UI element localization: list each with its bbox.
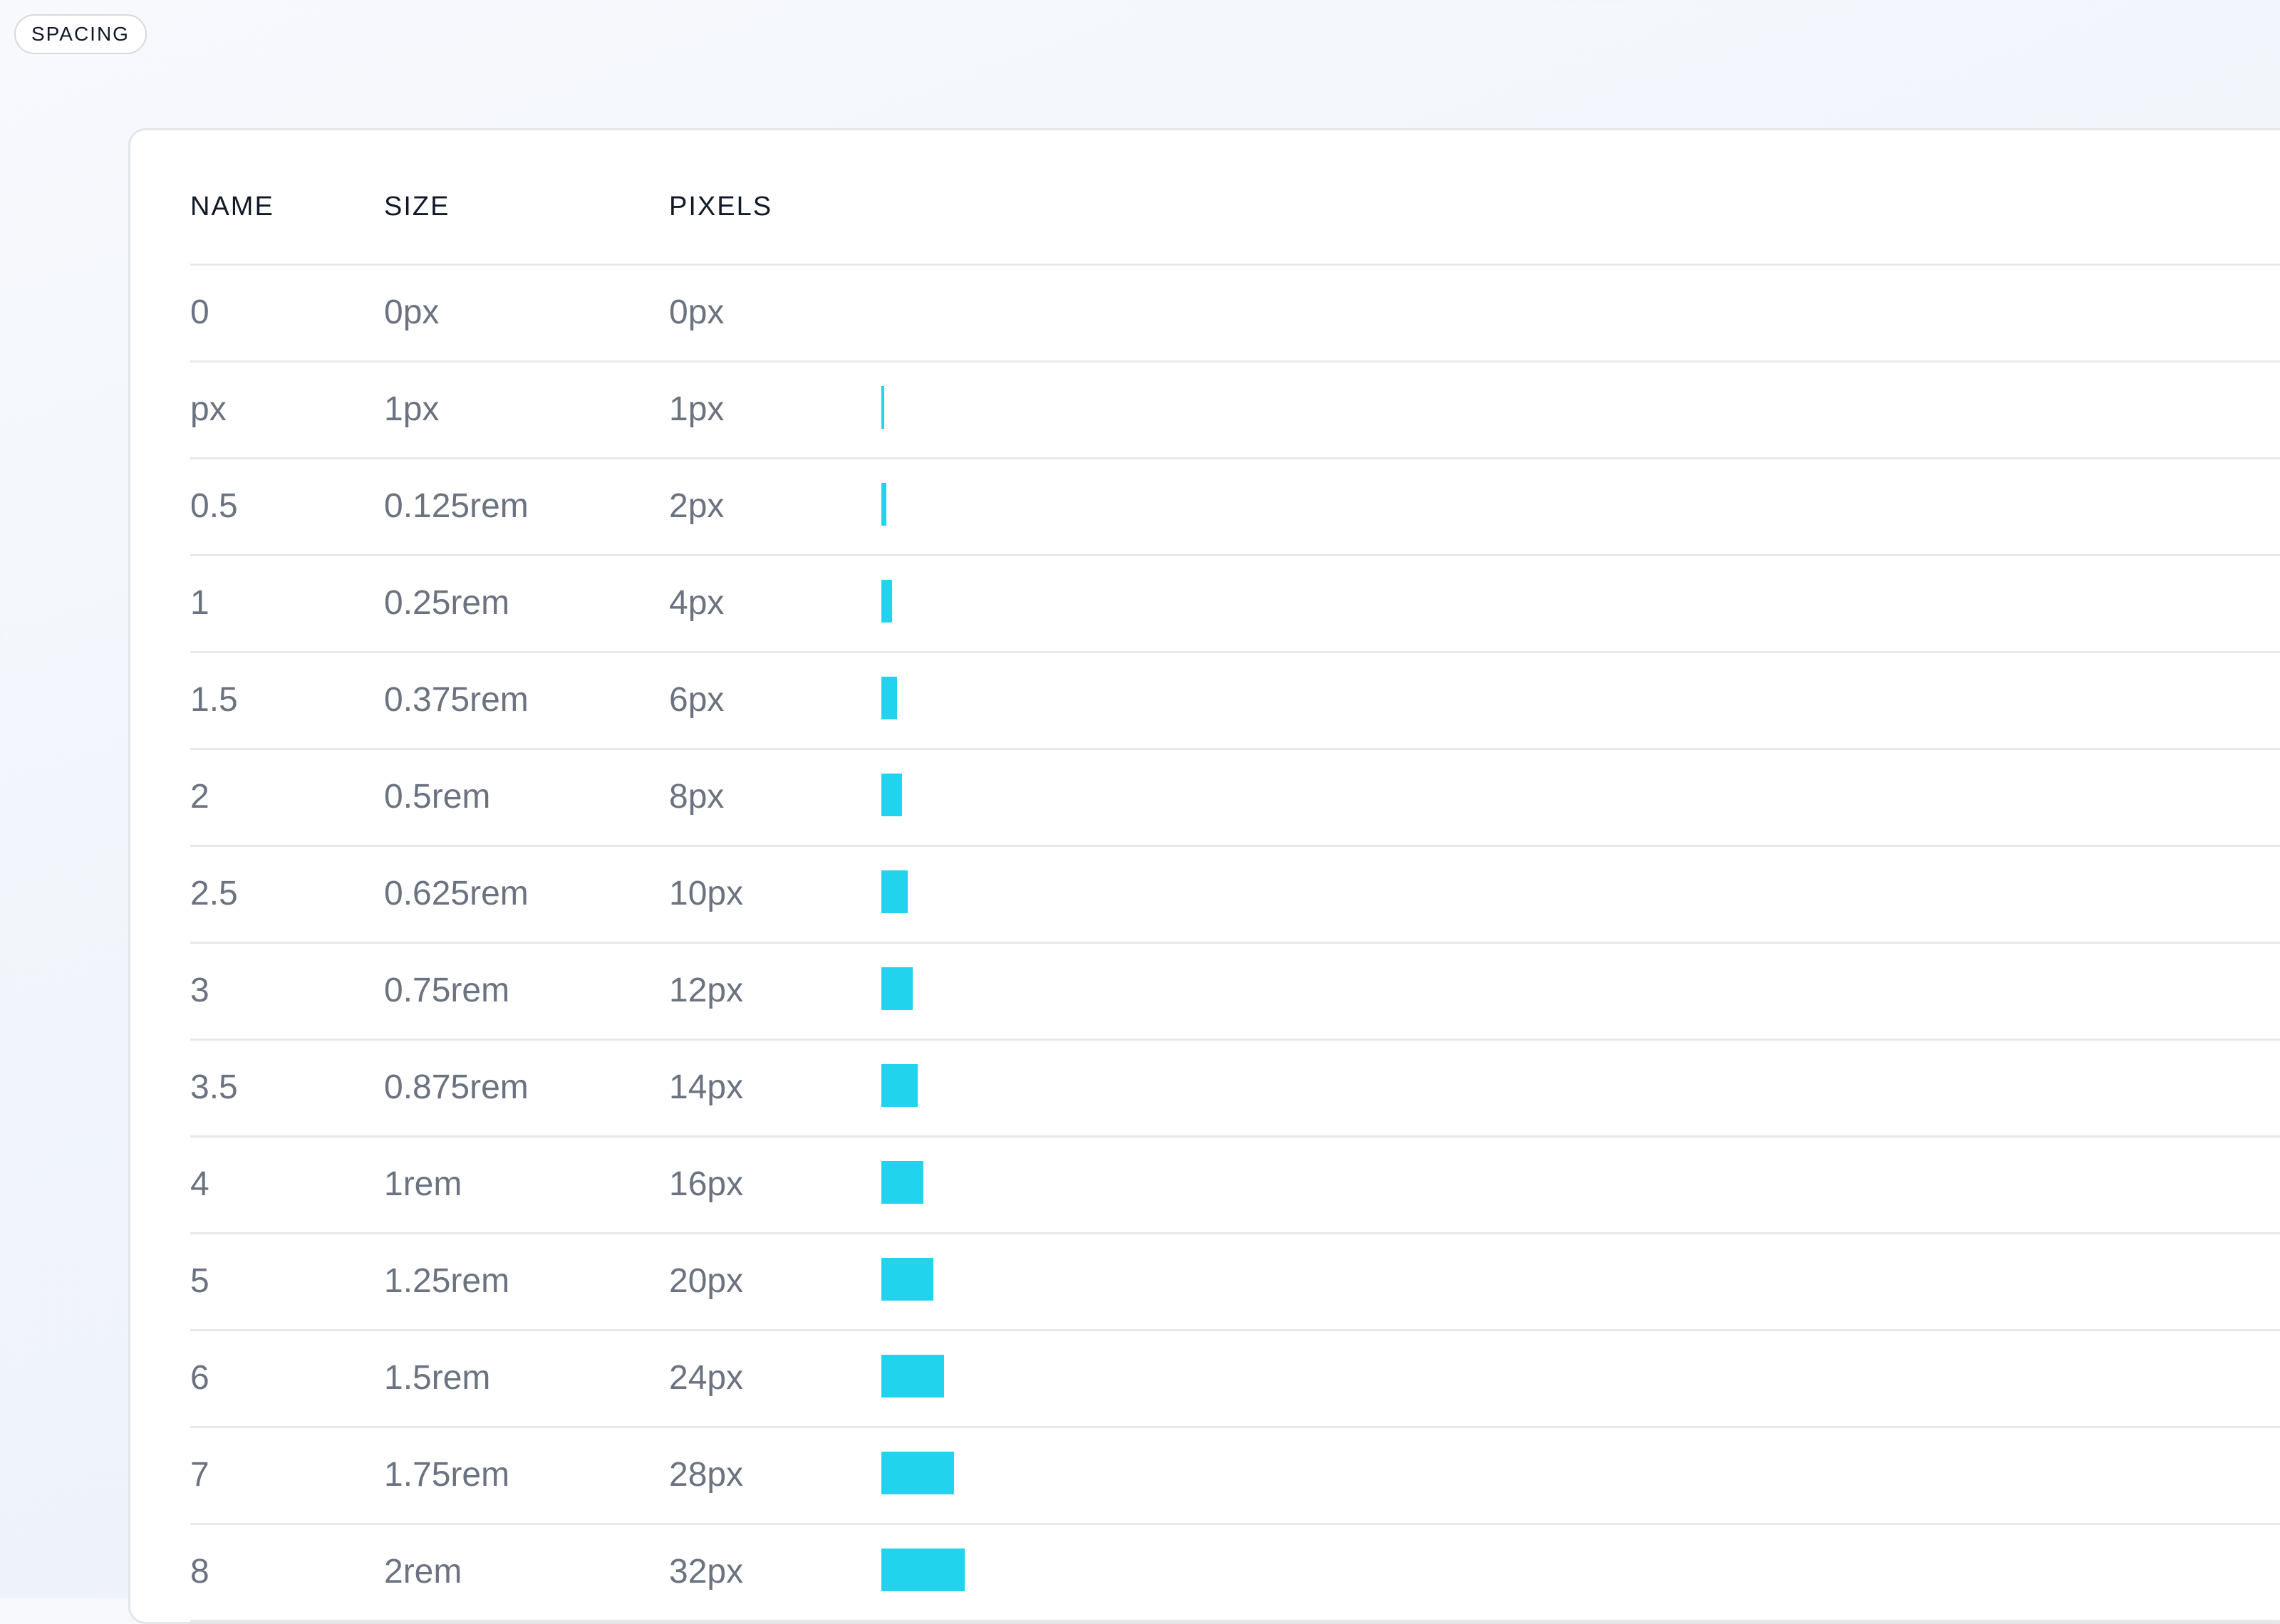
- cell-pixels: 20px: [669, 1262, 744, 1300]
- cell-size: 0.25rem: [384, 584, 510, 622]
- cell-pixels: 28px: [669, 1456, 744, 1494]
- cell-size: 0.125rem: [384, 487, 529, 525]
- cell-name: 5: [190, 1262, 209, 1300]
- spacing-table-card: NAME SIZE PIXELS 0 0px 0px px 1px 1px 0.…: [128, 128, 2280, 1624]
- cell-name: 6: [190, 1359, 209, 1397]
- column-header-size: SIZE: [384, 192, 450, 222]
- cell-size: 0.375rem: [384, 681, 529, 719]
- table-header: NAME SIZE PIXELS: [190, 130, 2280, 266]
- column-header-pixels: PIXELS: [669, 192, 773, 222]
- cell-pixels: 32px: [669, 1553, 744, 1591]
- column-header-name: NAME: [190, 192, 274, 222]
- spacing-bar: [881, 1355, 944, 1397]
- table-row: 3 0.75rem 12px: [190, 944, 2280, 1041]
- cell-pixels: 8px: [669, 778, 725, 816]
- cell-size: 2rem: [384, 1553, 462, 1591]
- cell-size: 1rem: [384, 1165, 462, 1203]
- table-row: 2.5 0.625rem 10px: [190, 847, 2280, 944]
- spacing-bar: [881, 1452, 955, 1494]
- table-row: 1 0.25rem 4px: [190, 556, 2280, 653]
- table-row: 6 1.5rem 24px: [190, 1331, 2280, 1428]
- cell-size: 0.875rem: [384, 1068, 529, 1106]
- cell-pixels: 2px: [669, 487, 725, 525]
- cell-name: 2: [190, 778, 209, 816]
- cell-pixels: 6px: [669, 681, 725, 719]
- table-row: 3.5 0.875rem 14px: [190, 1041, 2280, 1138]
- cell-name: 8: [190, 1553, 209, 1591]
- cell-name: 0.5: [190, 487, 238, 525]
- table-row: 1.5 0.375rem 6px: [190, 653, 2280, 750]
- cell-size: 1.25rem: [384, 1262, 510, 1300]
- spacing-badge: SPACING: [14, 14, 147, 54]
- cell-name: 0: [190, 293, 209, 331]
- spacing-bar: [881, 677, 897, 719]
- spacing-bar: [881, 1258, 934, 1301]
- spacing-bar: [881, 967, 913, 1010]
- cell-name: 3.5: [190, 1068, 238, 1106]
- cell-size: 0px: [384, 293, 440, 331]
- cell-pixels: 14px: [669, 1068, 744, 1106]
- cell-pixels: 1px: [669, 390, 725, 428]
- spacing-bar: [881, 1161, 923, 1204]
- cell-pixels: 24px: [669, 1359, 744, 1397]
- table-row: 0 0px 0px: [190, 266, 2280, 363]
- cell-size: 1.75rem: [384, 1456, 510, 1494]
- cell-name: px: [190, 390, 227, 428]
- table-row: 7 1.75rem 28px: [190, 1428, 2280, 1525]
- table-row: 5 1.25rem 20px: [190, 1234, 2280, 1331]
- cell-size: 1.5rem: [384, 1359, 491, 1397]
- cell-name: 1: [190, 584, 209, 622]
- cell-name: 4: [190, 1165, 209, 1203]
- cell-size: 0.75rem: [384, 972, 510, 1009]
- table-row: 0.5 0.125rem 2px: [190, 459, 2280, 556]
- spacing-bar: [881, 774, 903, 816]
- cell-pixels: 16px: [669, 1165, 744, 1203]
- table-row: 8 2rem 32px: [190, 1525, 2280, 1622]
- spacing-bar: [881, 483, 887, 526]
- table-body: 0 0px 0px px 1px 1px 0.5 0.125rem 2px 1 …: [190, 266, 2280, 1622]
- spacing-bar: [881, 1064, 918, 1107]
- table-row: 2 0.5rem 8px: [190, 750, 2280, 847]
- cell-size: 0.625rem: [384, 875, 529, 912]
- cell-pixels: 10px: [669, 875, 744, 912]
- cell-name: 1.5: [190, 681, 238, 719]
- spacing-bar: [881, 1548, 965, 1591]
- table-row: 4 1rem 16px: [190, 1138, 2280, 1234]
- cell-name: 7: [190, 1456, 209, 1494]
- cell-name: 2.5: [190, 875, 238, 912]
- spacing-bar: [881, 870, 908, 913]
- cell-pixels: 4px: [669, 584, 725, 622]
- cell-size: 1px: [384, 390, 440, 428]
- cell-name: 3: [190, 972, 209, 1009]
- cell-pixels: 0px: [669, 293, 725, 331]
- spacing-bar: [881, 580, 892, 623]
- cell-pixels: 12px: [669, 972, 744, 1009]
- spacing-bar: [881, 386, 884, 429]
- table-row: px 1px 1px: [190, 363, 2280, 459]
- cell-size: 0.5rem: [384, 778, 491, 816]
